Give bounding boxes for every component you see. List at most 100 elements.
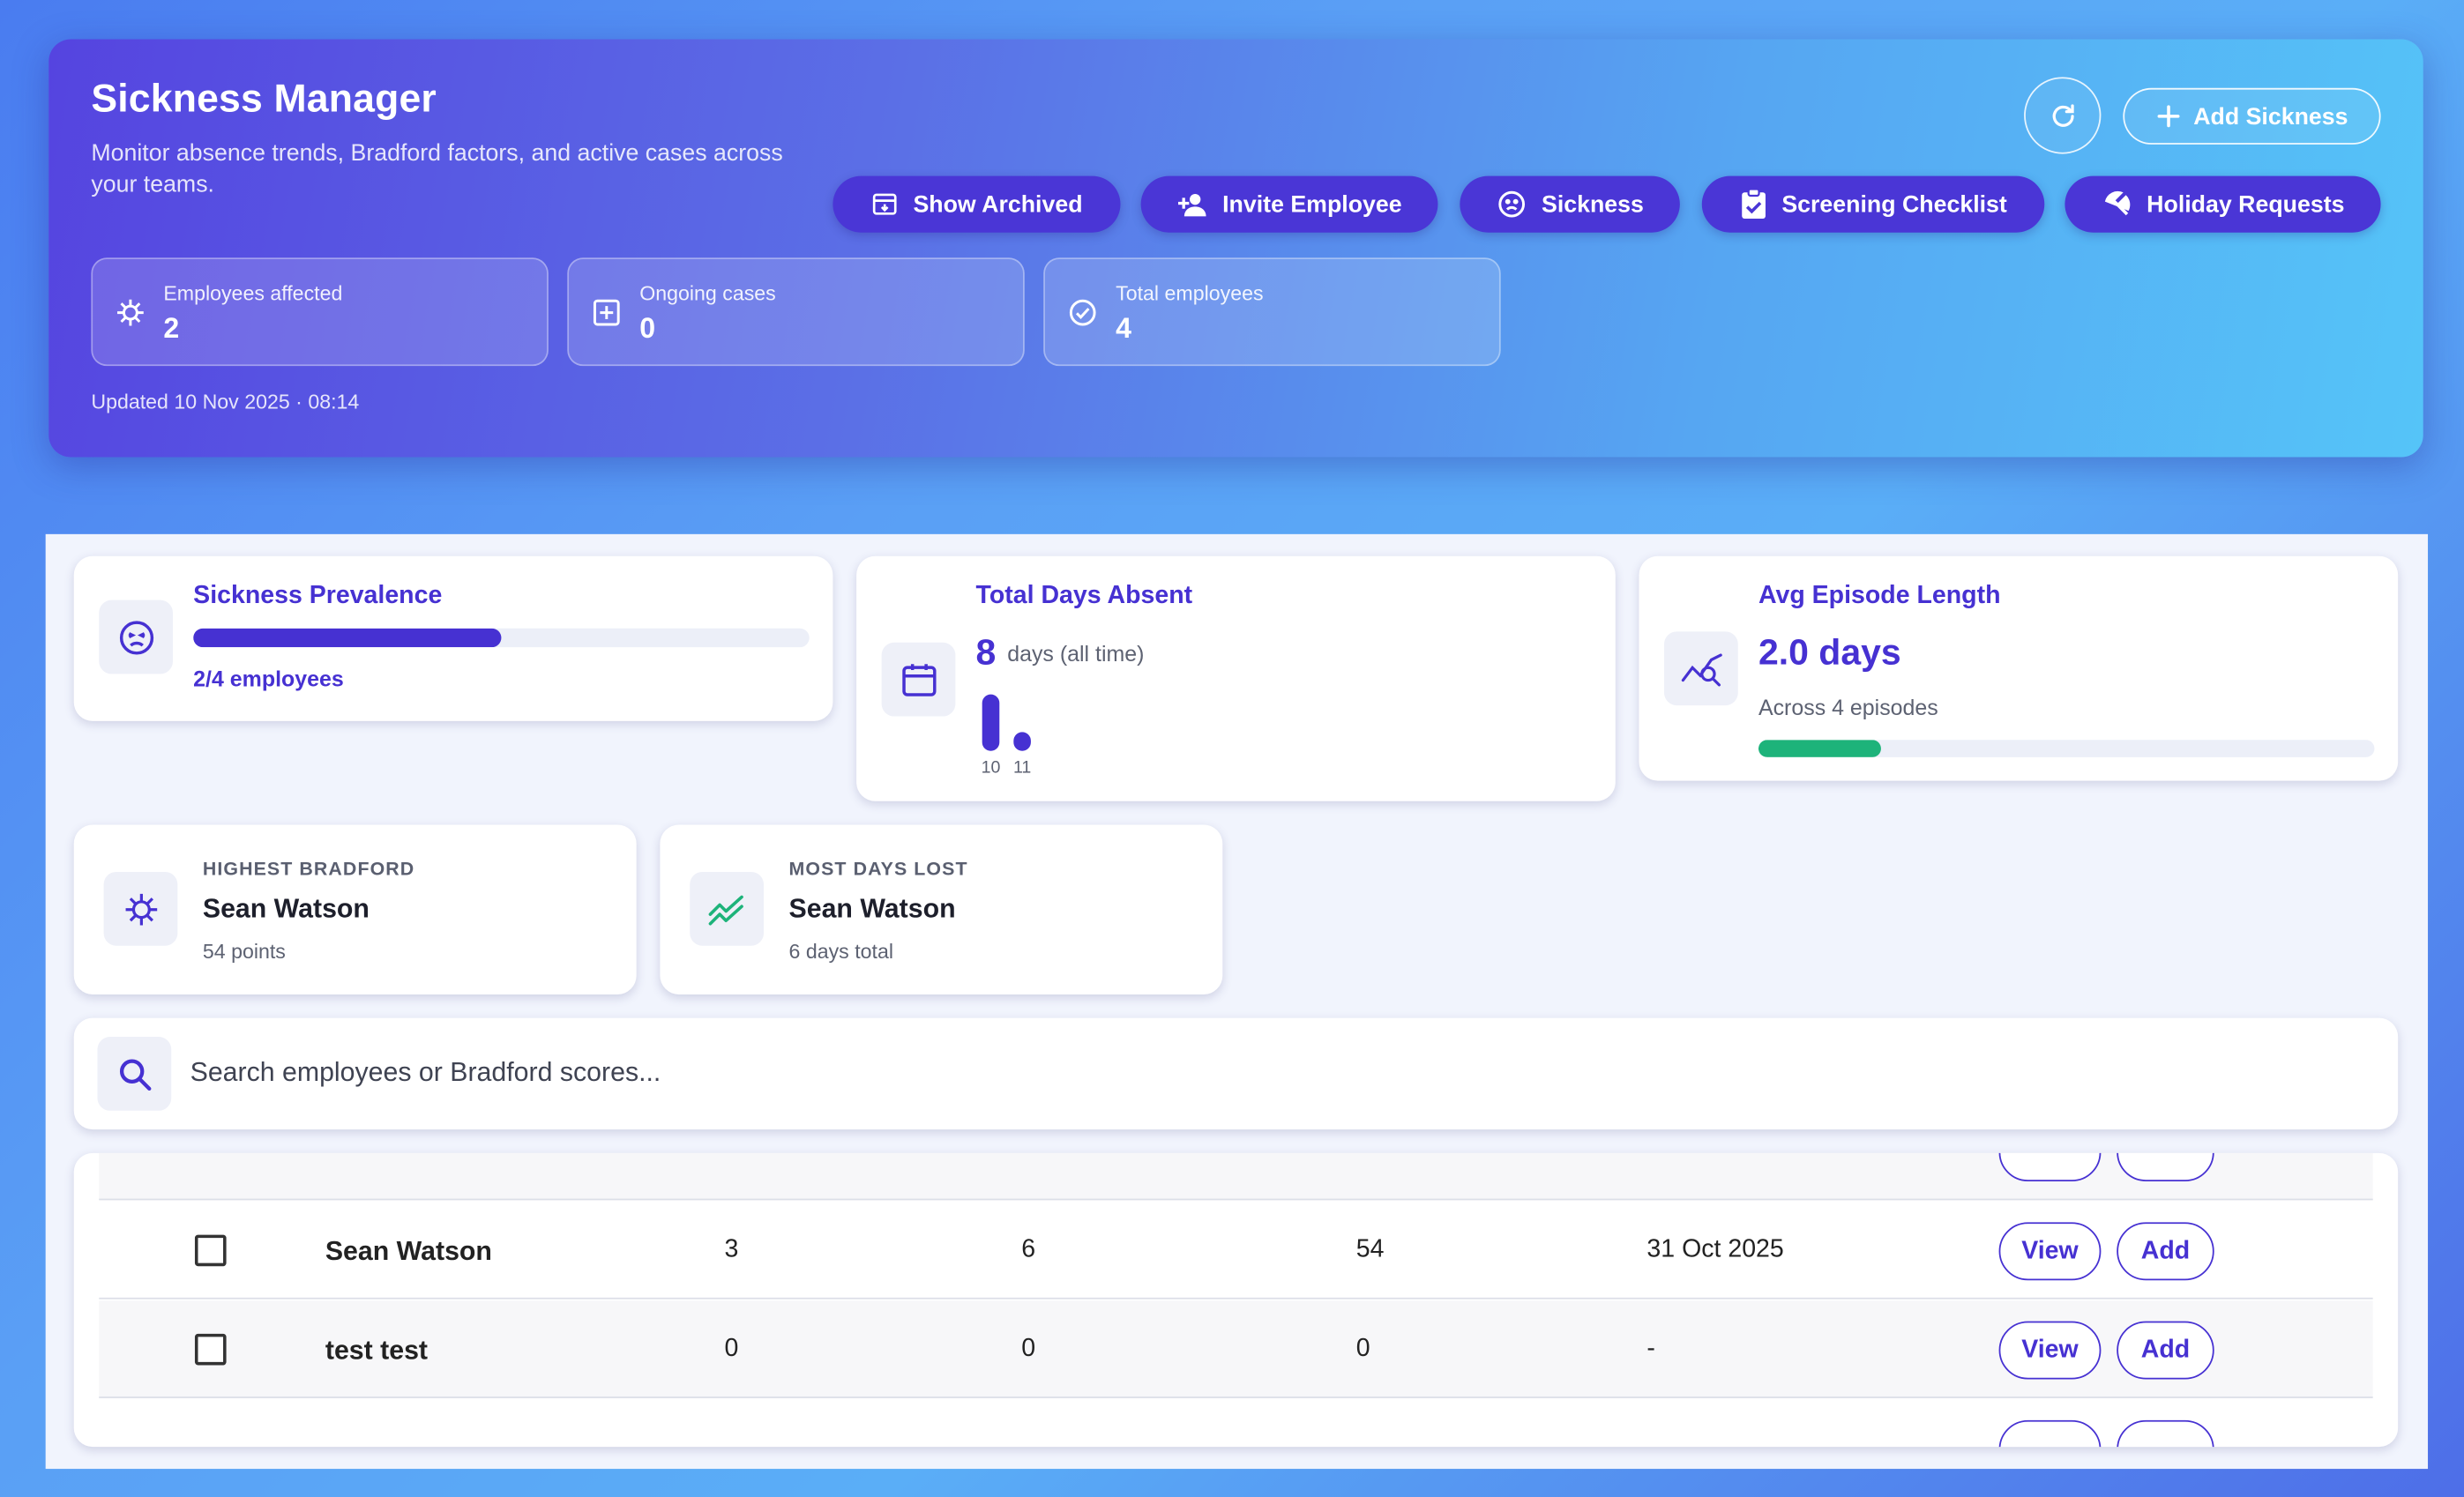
episodes-cell: 3 bbox=[724, 1236, 739, 1263]
last-absence-cell: - bbox=[1646, 1335, 1655, 1362]
employee-table: Sean Watson 3 6 54 31 Oct 2025 View Add … bbox=[73, 1152, 2399, 1448]
trend-search-icon bbox=[1680, 652, 1721, 686]
days-cell: 6 bbox=[1021, 1236, 1036, 1263]
add-button[interactable]: Add bbox=[2117, 1222, 2214, 1281]
stat-label: Total employees bbox=[1116, 280, 1264, 305]
sick-face-icon-box bbox=[99, 600, 174, 674]
prevalence-bar-fill bbox=[193, 628, 502, 648]
invite-employee-button[interactable]: Invite Employee bbox=[1140, 175, 1438, 233]
avg-episode-title: Avg Episode Length bbox=[1758, 583, 2001, 610]
highest-bradford-points: 54 points bbox=[202, 939, 286, 964]
trend-search-icon-box bbox=[1664, 631, 1738, 706]
spark-label: 11 bbox=[1013, 758, 1031, 778]
stat-label: Employees affected bbox=[163, 280, 343, 305]
add-button[interactable]: Add bbox=[2117, 1321, 2214, 1380]
beach-umbrella-icon bbox=[2104, 190, 2131, 216]
trending-up-icon-box bbox=[690, 871, 765, 946]
avg-episode-bar-fill bbox=[1758, 740, 1882, 757]
sick-face-icon bbox=[1498, 190, 1525, 218]
holiday-requests-button[interactable]: Holiday Requests bbox=[2065, 175, 2381, 233]
calendar-icon-box bbox=[881, 642, 956, 717]
archive-icon bbox=[873, 193, 897, 215]
header-banner: Sickness Manager Monitor absence trends,… bbox=[49, 39, 2423, 458]
medical-plus-icon bbox=[593, 299, 620, 326]
refresh-button[interactable] bbox=[2024, 77, 2102, 154]
check-circle-icon bbox=[1069, 299, 1096, 326]
episodes-cell: 0 bbox=[724, 1335, 739, 1362]
most-days-lost-card: MOST DAYS LOST Sean Watson 6 days total bbox=[660, 824, 1223, 994]
table-row bbox=[99, 1152, 2373, 1201]
total-days-title: Total Days Absent bbox=[975, 583, 1193, 610]
prevalence-title: Sickness Prevalence bbox=[193, 583, 443, 610]
calendar-icon bbox=[901, 663, 936, 696]
search-icon bbox=[119, 1058, 151, 1091]
trending-up-icon bbox=[707, 894, 743, 925]
virus-icon bbox=[117, 299, 144, 326]
bradford-cell: 54 bbox=[1355, 1236, 1385, 1263]
row-checkbox[interactable] bbox=[194, 1234, 227, 1267]
avg-episode-caption: Across 4 episodes bbox=[1758, 694, 1938, 720]
view-button[interactable] bbox=[1998, 1152, 2102, 1181]
spark-bar bbox=[1013, 732, 1031, 751]
search-card bbox=[73, 1017, 2399, 1130]
avg-episode-card: Avg Episode Length 2.0 days Across 4 epi… bbox=[1639, 555, 2399, 781]
view-button[interactable] bbox=[1998, 1419, 2102, 1448]
total-days-card: Total Days Absent 8 days (all time) 10 11 bbox=[856, 555, 1616, 801]
screening-checklist-button[interactable]: Screening Checklist bbox=[1701, 175, 2045, 233]
clipboard-check-icon bbox=[1741, 188, 1766, 219]
table-row bbox=[99, 1400, 2372, 1448]
invite-employee-label: Invite Employee bbox=[1222, 190, 1402, 218]
view-button[interactable]: View bbox=[1998, 1321, 2102, 1380]
search-input[interactable] bbox=[190, 1049, 2359, 1097]
sickness-label: Sickness bbox=[1541, 190, 1644, 218]
stat-value: 2 bbox=[163, 312, 180, 345]
add-sickness-button[interactable]: Add Sickness bbox=[2123, 87, 2381, 145]
spark-bar bbox=[982, 694, 1000, 751]
highest-bradford-name: Sean Watson bbox=[202, 893, 370, 924]
total-days-value: 8 bbox=[975, 631, 997, 673]
sickness-button[interactable]: Sickness bbox=[1460, 175, 1680, 233]
avg-episode-value: 2.0 days bbox=[1758, 631, 1901, 673]
refresh-icon bbox=[2051, 103, 2073, 126]
virus-icon bbox=[124, 893, 157, 925]
employee-name: test test bbox=[325, 1335, 429, 1366]
bradford-cell: 0 bbox=[1355, 1335, 1370, 1362]
days-cell: 0 bbox=[1021, 1335, 1036, 1362]
most-days-total: 6 days total bbox=[788, 939, 894, 964]
plus-icon bbox=[2157, 105, 2180, 128]
show-archived-button[interactable]: Show Archived bbox=[833, 175, 1121, 233]
page-title: Sickness Manager bbox=[91, 77, 437, 122]
search-icon-box bbox=[97, 1037, 172, 1111]
prevalence-bar bbox=[193, 628, 810, 648]
row-checkbox[interactable] bbox=[194, 1333, 227, 1366]
view-button[interactable]: View bbox=[1998, 1222, 2102, 1281]
sickness-prevalence-card: Sickness Prevalence 2/4 employees bbox=[73, 555, 833, 721]
stat-employees-affected: Employees affected 2 bbox=[91, 257, 549, 367]
most-days-name: Sean Watson bbox=[788, 893, 956, 924]
holiday-requests-label: Holiday Requests bbox=[2147, 190, 2345, 218]
table-row: test test 0 0 0 - View Add bbox=[99, 1300, 2373, 1398]
highest-bradford-label: HIGHEST BRADFORD bbox=[202, 857, 415, 880]
updated-timestamp: Updated 10 Nov 2025 · 08:14 bbox=[91, 389, 360, 413]
table-row: Sean Watson 3 6 54 31 Oct 2025 View Add bbox=[99, 1202, 2373, 1300]
stat-label: Ongoing cases bbox=[639, 280, 776, 305]
highest-bradford-card: HIGHEST BRADFORD Sean Watson 54 points bbox=[73, 824, 637, 994]
sick-face-icon bbox=[119, 620, 153, 654]
stat-total-employees: Total employees 4 bbox=[1043, 257, 1501, 367]
most-days-label: MOST DAYS LOST bbox=[788, 857, 968, 880]
add-button[interactable] bbox=[2117, 1152, 2214, 1181]
avg-episode-bar bbox=[1758, 740, 2375, 757]
page-subtitle: Monitor absence trends, Bradford factors… bbox=[91, 139, 783, 198]
spark-label: 10 bbox=[982, 758, 1001, 778]
days-sparkline: 10 11 bbox=[982, 694, 1031, 778]
screening-checklist-label: Screening Checklist bbox=[1781, 190, 2007, 218]
total-days-unit: days (all time) bbox=[1007, 641, 1145, 667]
stat-value: 0 bbox=[639, 312, 656, 345]
show-archived-label: Show Archived bbox=[913, 190, 1083, 218]
person-add-icon bbox=[1177, 193, 1206, 217]
stat-value: 4 bbox=[1116, 312, 1131, 345]
prevalence-caption: 2/4 employees bbox=[193, 666, 344, 692]
add-sickness-label: Add Sickness bbox=[2193, 102, 2348, 130]
add-button[interactable] bbox=[2117, 1419, 2214, 1448]
virus-icon-box bbox=[103, 871, 178, 946]
